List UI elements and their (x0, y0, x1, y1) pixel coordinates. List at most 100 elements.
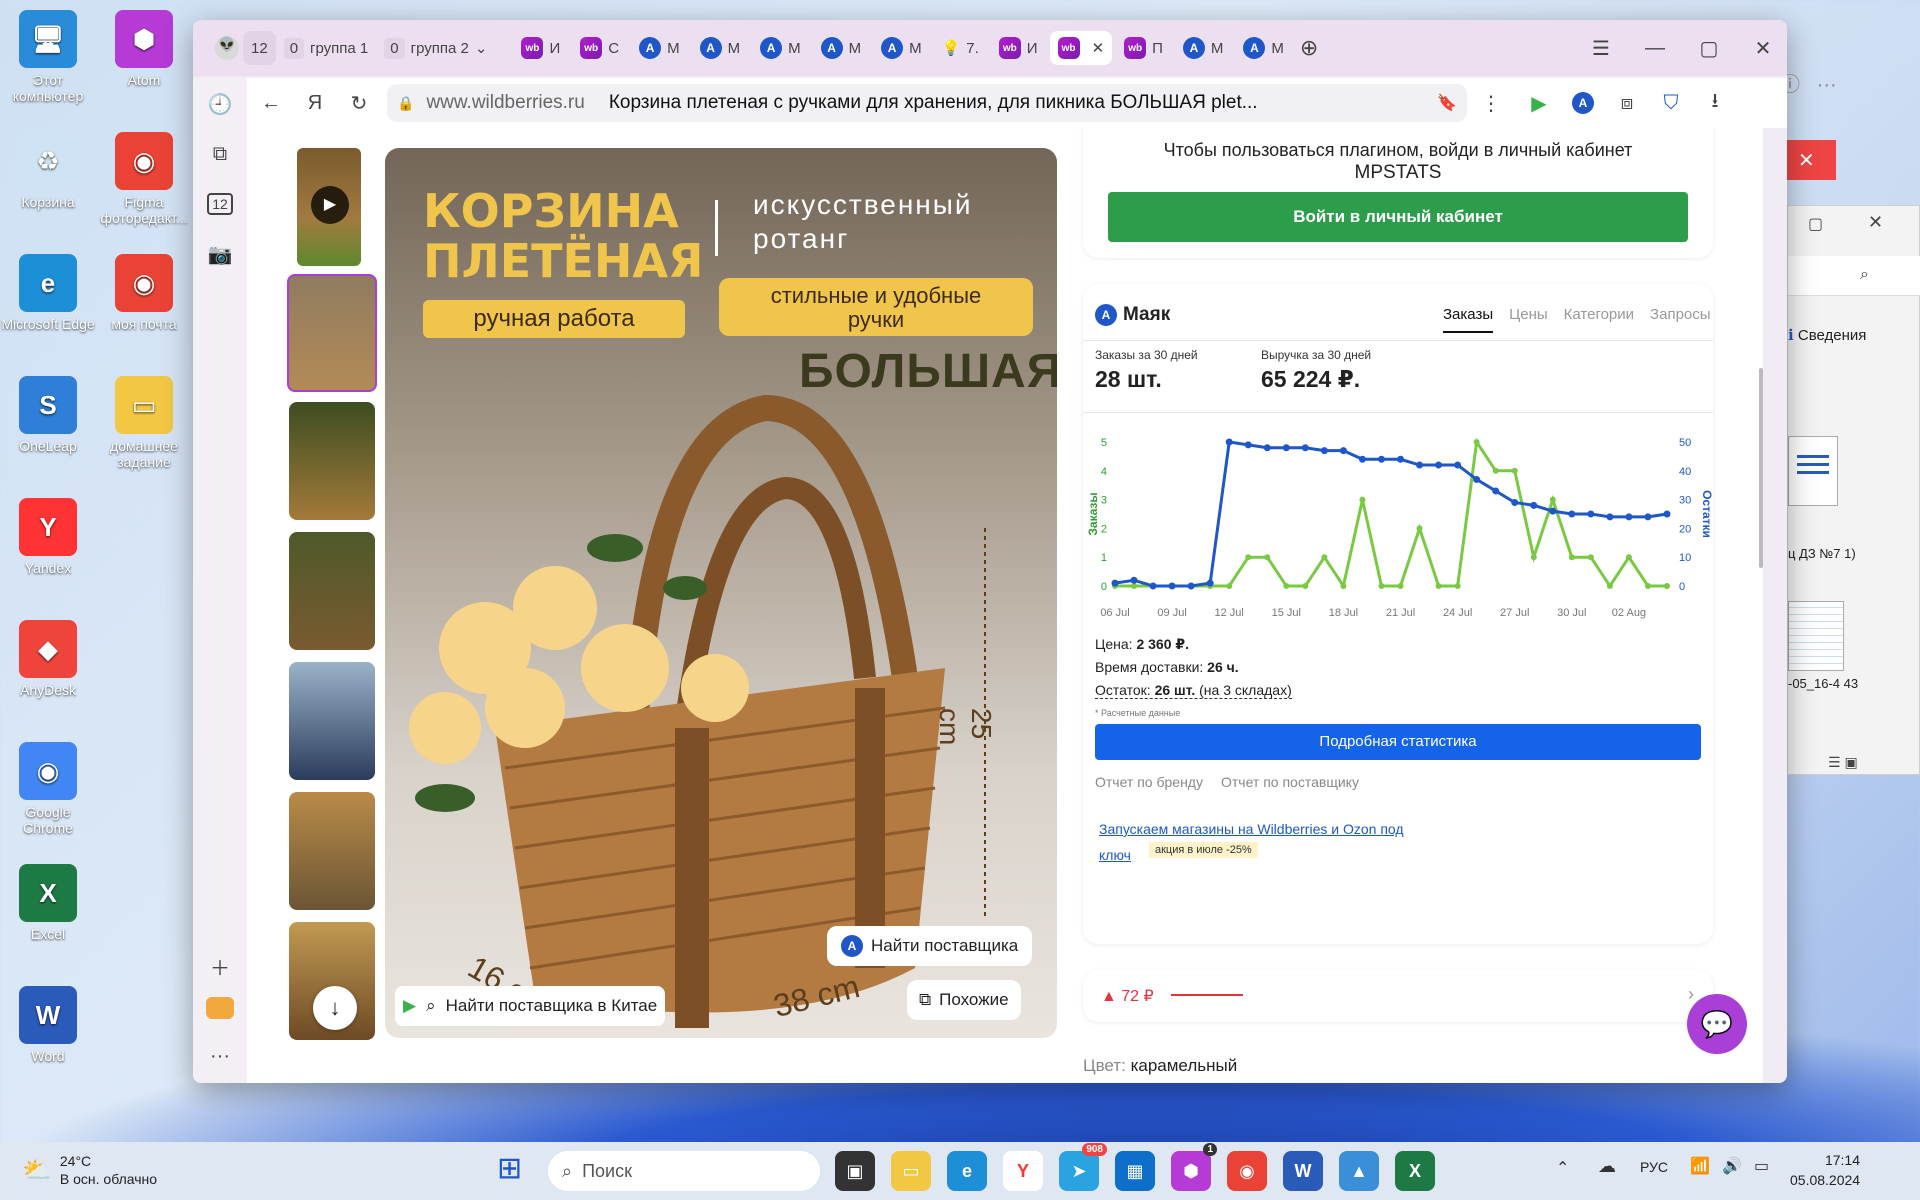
desktop-icon[interactable]: ⬢ Atom (96, 10, 192, 88)
tray-chevron-icon[interactable]: ⌃ (1556, 1158, 1569, 1178)
price-history-card[interactable]: ▲ 72 ₽ › (1083, 970, 1713, 1022)
supplier-report-link[interactable]: Отчет по поставщику (1221, 774, 1359, 790)
browser-tab[interactable]: AМ (813, 31, 870, 65)
desktop-icon[interactable]: ◉ Figma фоторедакт... (96, 132, 192, 226)
word-icon[interactable]: W (1283, 1151, 1323, 1191)
browser-tab[interactable]: 💡 7. (934, 31, 987, 65)
brand-report-link[interactable]: Отчет по бренду (1095, 774, 1203, 790)
chat-button[interactable]: 💬 (1687, 994, 1747, 1054)
menu-icon[interactable]: ☰ (1583, 30, 1619, 66)
browser-tab[interactable]: AМ (873, 31, 930, 65)
extension-puzzle-icon[interactable]: ⧈ (1609, 85, 1645, 121)
weather-widget[interactable]: ⛅ 24°C В осн. облачно (22, 1152, 157, 1188)
widget-tab[interactable]: Цены (1509, 306, 1548, 333)
search-input[interactable]: ⌕ Поиск (548, 1151, 820, 1191)
yandex-icon[interactable]: Я (297, 85, 333, 121)
list-view-icon[interactable]: ☰ ▣ (1828, 754, 1858, 771)
file-label-2[interactable]: -05_16-4 43 (1788, 676, 1898, 691)
thumbnail-active[interactable] (287, 274, 377, 392)
tabs-counter-icon[interactable]: 12 (202, 186, 238, 222)
thumbnail[interactable] (289, 792, 375, 910)
battery-icon[interactable]: ▭ (1754, 1156, 1769, 1176)
volume-icon[interactable]: 🔊 (1722, 1156, 1742, 1176)
extension-play-icon[interactable]: ▶ (1521, 85, 1557, 121)
tab-counter[interactable]: 12 (243, 31, 276, 65)
close-icon[interactable]: ✕ (1745, 30, 1781, 66)
start-icon[interactable]: ⊞ (497, 1151, 522, 1186)
thumbnail[interactable] (289, 532, 375, 650)
browser-tab[interactable]: AМ (692, 31, 749, 65)
download-icon[interactable]: ⭳ (1697, 85, 1733, 121)
widget-tab[interactable]: Заказы (1443, 306, 1494, 333)
scroll-down-button[interactable]: ↓ (313, 986, 357, 1030)
details-button[interactable]: ℹ Сведения (1788, 326, 1866, 344)
desktop-icon[interactable]: ♻ Корзина (0, 132, 96, 210)
stock-row[interactable]: Остаток: 26 шт. (на 3 складах) (1095, 682, 1292, 699)
yandex-browser-icon[interactable]: Y (1003, 1151, 1043, 1191)
desktop-icon[interactable]: X Excel (0, 864, 96, 942)
screenshot-icon[interactable]: 📷 (202, 236, 238, 272)
cloud-tray-icon[interactable]: ☁ (1598, 1156, 1616, 1177)
atom-icon[interactable]: ⬢ 1 (1171, 1143, 1217, 1191)
maximize-icon[interactable]: ▢ (1808, 214, 1823, 234)
bookmark-icon[interactable]: 🔖 (1437, 93, 1457, 113)
clock[interactable]: 17:14 05.08.2024 (1790, 1150, 1860, 1190)
widget-tab[interactable]: Категории (1564, 306, 1634, 333)
close-button-bg-window[interactable]: ✕ (1780, 140, 1836, 180)
reload-icon[interactable]: ↻ (341, 85, 377, 121)
tab-group-1[interactable]: 0 группа 1 (276, 31, 377, 65)
extension-mpstats-icon[interactable]: A (1565, 85, 1601, 121)
product-image[interactable]: КОРЗИНА ПЛЕТЁНАЯ искусственный ротанг руч… (385, 148, 1057, 1038)
history-icon[interactable]: 🕘 (202, 86, 238, 122)
maximize-icon[interactable]: ▢ (1691, 30, 1727, 66)
close-icon[interactable]: ✕ (1868, 212, 1883, 233)
scrollbar[interactable] (1759, 368, 1763, 568)
detailed-stats-button[interactable]: Подробная статистика (1095, 724, 1701, 760)
desktop-icon[interactable]: ▭ домашнее задание (96, 376, 192, 470)
similar-button[interactable]: ⧉ Похожие (907, 980, 1021, 1020)
extension-shield-icon[interactable]: ⛉ (1653, 85, 1689, 121)
store-icon[interactable]: ▦ (1115, 1151, 1155, 1191)
desktop-icon[interactable]: S OneLeap (0, 376, 96, 454)
browser-tab[interactable]: wb И (513, 31, 568, 65)
language-indicator[interactable]: РУС (1640, 1159, 1668, 1175)
back-icon[interactable]: ← (253, 85, 289, 121)
desktop-icon[interactable]: ◆ AnyDesk (0, 620, 96, 698)
login-button[interactable]: Войти в личный кабинет (1108, 192, 1688, 242)
desktop-icon[interactable]: e Microsoft Edge (0, 254, 96, 332)
task-view-icon[interactable]: ▣ (835, 1151, 875, 1191)
profile-icon[interactable]: 👽 (211, 31, 243, 65)
thumbnail[interactable] (289, 402, 375, 520)
thumbnail[interactable] (289, 662, 375, 780)
browser-tab[interactable]: AМ (752, 31, 809, 65)
search-icon[interactable]: ⌕ (1860, 266, 1869, 284)
widget-tab[interactable]: Запросы (1650, 306, 1711, 333)
desktop-icon[interactable]: ◉ моя почта (96, 254, 192, 332)
telegram-icon[interactable]: ➤ 908 (1059, 1143, 1107, 1191)
find-supplier-china-button[interactable]: ▶ ⌕ Найти поставщика в Китае (395, 986, 666, 1026)
tab-group-2[interactable]: 0 группа 2 ⌄ (376, 31, 495, 65)
desktop-icon[interactable]: 🖥 Этот компьютер (0, 10, 96, 104)
file-label-1[interactable]: ц ДЗ №7 1) (1788, 546, 1898, 561)
browser-tab[interactable]: AМ (631, 31, 688, 65)
desktop-icon[interactable]: ◉ Google Chrome (0, 742, 96, 836)
browser-tab[interactable]: wb ✕ (1049, 31, 1113, 65)
browser-tab[interactable]: wb И (991, 31, 1046, 65)
desktop-icon[interactable]: W Word (0, 986, 96, 1064)
browser-tab[interactable]: wb П (1116, 31, 1171, 65)
browser-tab[interactable]: AМ (1175, 31, 1232, 65)
find-supplier-button[interactable]: A Найти поставщика (827, 926, 1033, 966)
desktop-icon[interactable]: Y Yandex (0, 498, 96, 576)
browser-tab[interactable]: wb С (572, 31, 627, 65)
video-thumbnail[interactable]: ▶ (297, 148, 361, 266)
url-field[interactable]: 🔒 www.wildberries.ru Корзина плетеная с … (387, 84, 1467, 122)
file-explorer-icon[interactable]: ▭ (891, 1151, 931, 1191)
help-icon[interactable]: ⓘ ··· (1780, 68, 1837, 97)
mail-icon[interactable] (202, 990, 238, 1026)
add-icon[interactable]: ＋ (202, 948, 238, 984)
more-icon[interactable]: ··· (202, 1038, 238, 1074)
browser-tab[interactable]: AМ (1235, 31, 1292, 65)
edge-icon[interactable]: e (947, 1151, 987, 1191)
minimize-icon[interactable]: — (1637, 30, 1673, 66)
new-tab-button[interactable]: ⊕ (1292, 31, 1326, 65)
